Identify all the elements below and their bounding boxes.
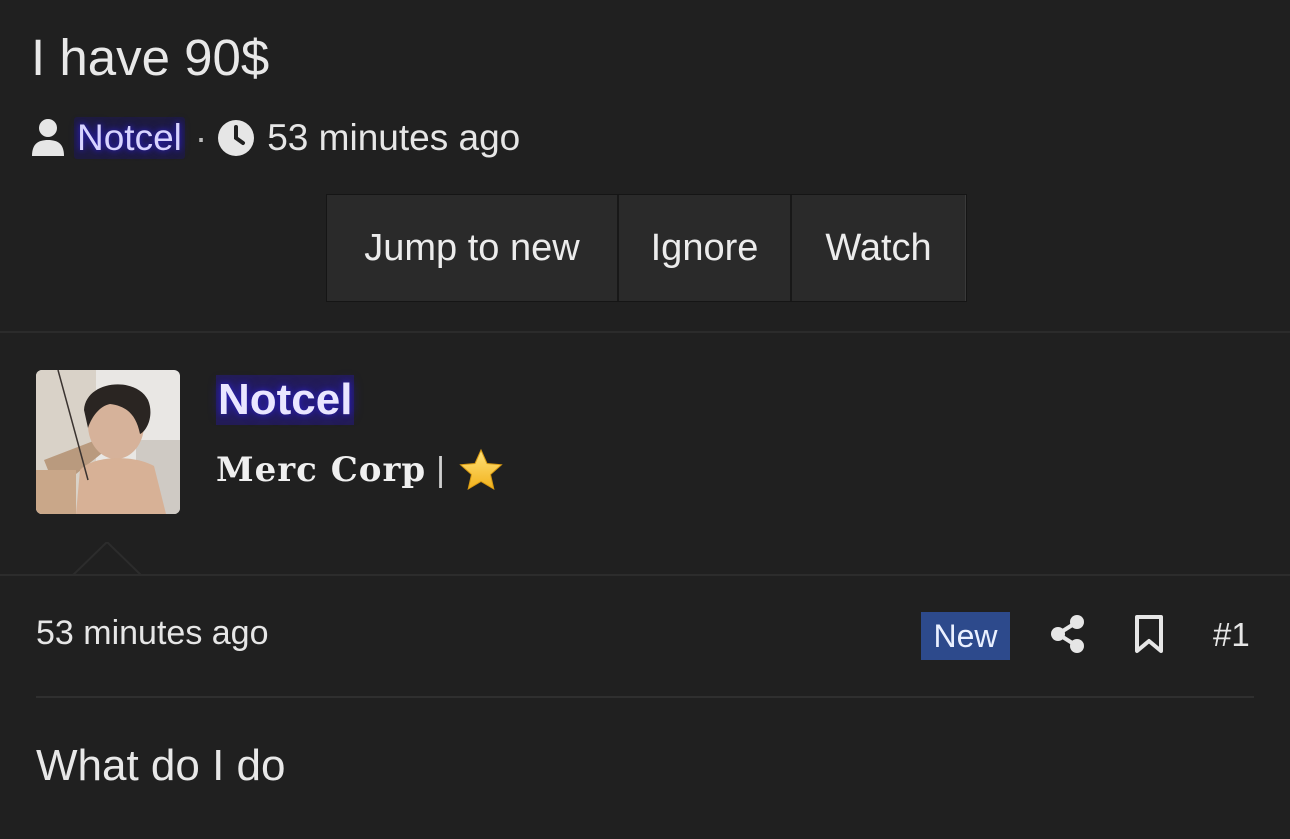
user-title: Merc Corp | — [216, 445, 504, 495]
user-title-text: Merc Corp — [216, 450, 427, 490]
post-body: What do I do — [36, 741, 286, 790]
thread-meta: Notcel · 53 minutes ago — [30, 114, 520, 162]
thread-title: I have 90$ — [31, 29, 270, 86]
post-number-link[interactable]: #1 — [1213, 616, 1250, 654]
meta-separator: · — [194, 117, 208, 158]
avatar[interactable] — [36, 370, 180, 514]
clock-icon — [217, 119, 267, 157]
thread-page: I have 90$ Notcel · 53 minutes ago Jump … — [0, 0, 1290, 839]
post-pointer-arrow — [72, 542, 142, 576]
watch-button[interactable]: Watch — [792, 195, 966, 301]
ignore-button[interactable]: Ignore — [619, 195, 792, 301]
title-separator: | — [436, 450, 446, 489]
new-badge: New — [921, 612, 1010, 660]
thread-actions: Jump to new Ignore Watch — [326, 194, 967, 302]
thread-time[interactable]: 53 minutes ago — [267, 117, 520, 159]
divider — [0, 574, 1290, 576]
user-icon — [30, 118, 74, 158]
divider — [36, 696, 1254, 698]
post-author-name[interactable]: Notcel — [216, 375, 355, 425]
bookmark-icon[interactable] — [1133, 614, 1165, 654]
jump-to-new-button[interactable]: Jump to new — [327, 195, 619, 301]
post-user-block: Notcel Merc Corp | — [0, 333, 1290, 575]
post-time-link[interactable]: 53 minutes ago — [36, 614, 269, 653]
share-icon[interactable] — [1050, 614, 1086, 654]
thread-author-link[interactable]: Notcel — [74, 117, 185, 159]
star-icon — [458, 447, 504, 493]
